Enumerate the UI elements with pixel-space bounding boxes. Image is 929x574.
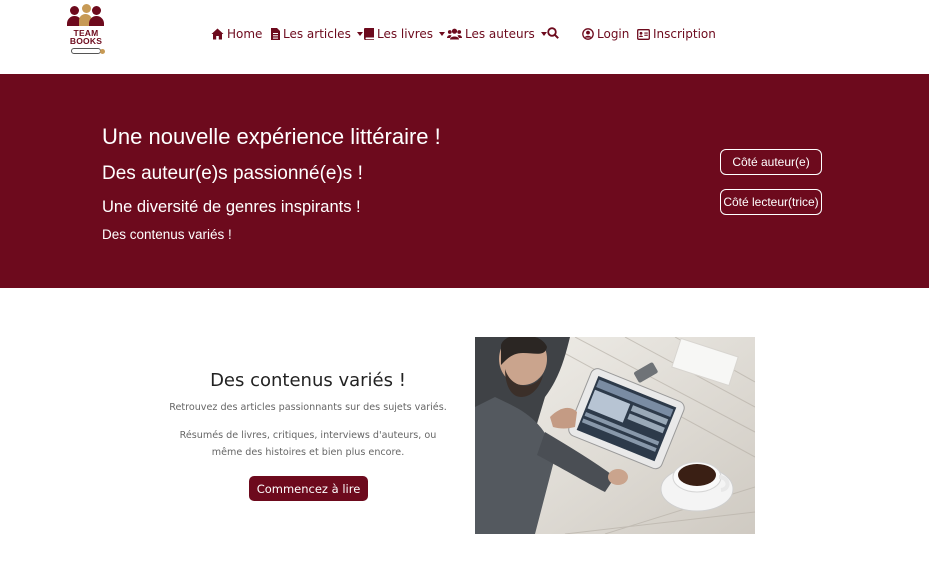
hero-subline-3: Des contenus variés ! [102, 227, 232, 242]
commencez-a-lire-button[interactable]: Commencez à lire [249, 476, 368, 501]
id-card-icon [637, 28, 650, 40]
user-circle-icon [582, 28, 594, 40]
cote-auteur-button[interactable]: Côté auteur(e) [720, 149, 822, 175]
hero-headline: Une nouvelle expérience littéraire ! [102, 124, 441, 149]
nav-articles-label: Les articles [283, 27, 351, 41]
nav-inscription[interactable]: Inscription [637, 27, 716, 41]
hero-subline-2: Une diversité de genres inspirants ! [102, 198, 361, 216]
chevron-down-icon [439, 32, 445, 36]
logo-figures-icon [66, 4, 106, 26]
file-icon [271, 28, 280, 40]
nav-home[interactable]: Home [211, 27, 262, 41]
nav-login[interactable]: Login [582, 27, 629, 41]
section-paragraph-1: Retrouvez des articles passionnants sur … [169, 402, 447, 413]
nav-inscription-label: Inscription [653, 27, 716, 41]
hero-banner: Une nouvelle expérience littéraire ! Des… [0, 74, 929, 288]
chevron-down-icon [356, 32, 363, 36]
logo-text: TEAM BOOKS [69, 28, 103, 46]
chevron-down-icon [540, 32, 547, 36]
search-button[interactable] [547, 27, 562, 39]
nav-auteurs-label: Les auteurs [465, 27, 535, 41]
cote-lecteur-button[interactable]: Côté lecteur(trice) [720, 189, 822, 215]
pencil-icon [71, 48, 105, 54]
nav-auteurs[interactable]: Les auteurs [447, 27, 547, 41]
nav-livres[interactable]: Les livres [364, 27, 445, 41]
nav-login-label: Login [597, 27, 630, 41]
users-icon [447, 28, 462, 40]
book-icon [364, 28, 374, 40]
section-paragraph-2: Résumés de livres, critiques, interviews… [179, 430, 437, 458]
search-icon [547, 27, 559, 39]
home-icon [211, 28, 224, 40]
reading-tablet-photo [475, 337, 755, 534]
hero-subline-1: Des auteur(e)s passionné(e)s ! [102, 163, 363, 184]
site-header: TEAM BOOKS Home Les articles Les livres … [0, 0, 929, 74]
team-books-logo[interactable]: TEAM BOOKS [66, 4, 106, 62]
nav-home-label: Home [227, 27, 263, 41]
nav-livres-label: Les livres [377, 27, 433, 41]
nav-articles[interactable]: Les articles [271, 27, 363, 41]
section-title: Des contenus variés ! [210, 370, 406, 391]
